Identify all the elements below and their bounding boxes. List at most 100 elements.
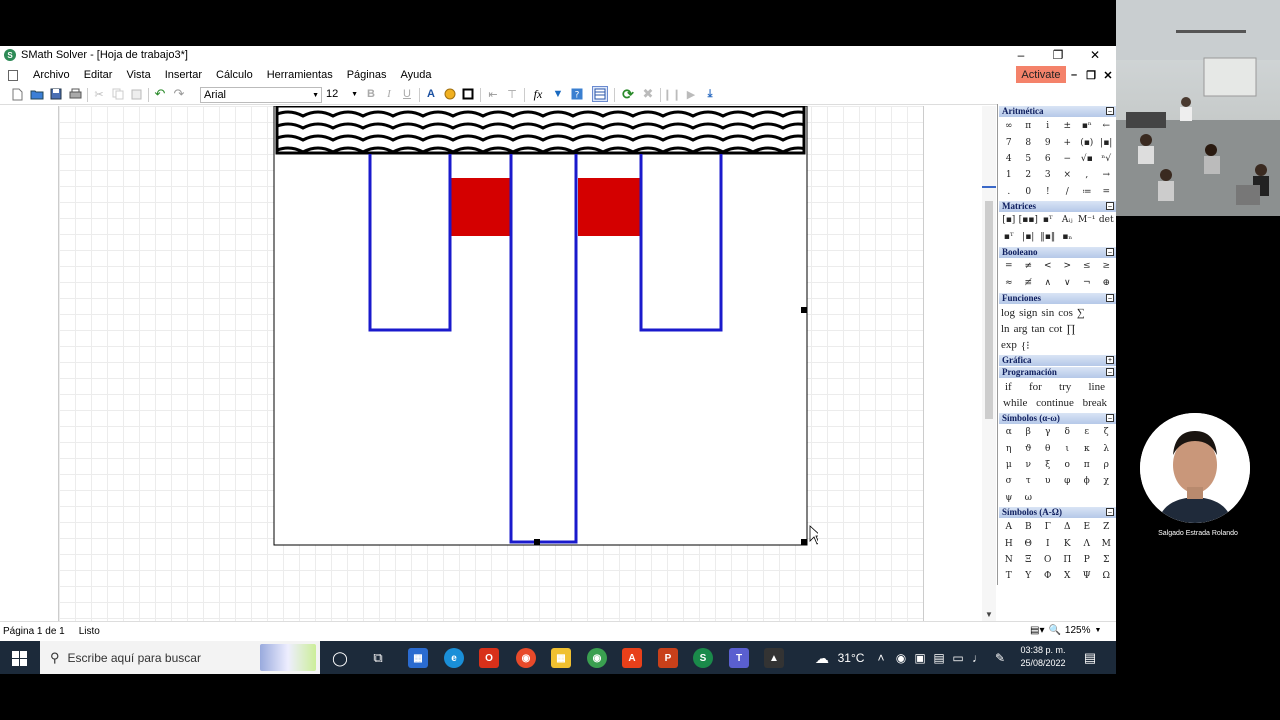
matrix-cell[interactable]: det bbox=[1097, 212, 1117, 228]
greek-lower-cell[interactable]: γ bbox=[1038, 424, 1058, 440]
section-programming[interactable]: Programación – bbox=[999, 367, 1116, 378]
greek-upper-cell[interactable]: Ν bbox=[999, 552, 1019, 568]
menu-insertar[interactable]: Insertar bbox=[158, 66, 209, 84]
stop-icon[interactable]: ✖ bbox=[641, 86, 655, 101]
greek-upper-cell[interactable]: Η bbox=[999, 535, 1019, 551]
refresh-icon[interactable]: ⟳ bbox=[621, 86, 635, 102]
help-icon[interactable]: ? bbox=[570, 87, 584, 101]
powerpoint-icon[interactable]: P bbox=[658, 648, 678, 668]
scroll-down-icon[interactable]: ▼ bbox=[982, 607, 996, 621]
teams-icon[interactable]: T bbox=[729, 648, 749, 668]
matrix-cell[interactable]: Aᵢⱼ bbox=[1058, 212, 1078, 228]
greek-lower-cell[interactable]: μ bbox=[999, 457, 1019, 473]
edge-icon[interactable]: e bbox=[444, 648, 464, 668]
minimize-button[interactable]: – bbox=[1003, 46, 1039, 64]
function-piecewise[interactable]: {⁝ bbox=[1021, 339, 1030, 352]
arithmetic-cell[interactable]: 7 bbox=[999, 134, 1019, 150]
matrix-cell[interactable]: ▪ₙ bbox=[1058, 228, 1078, 244]
greek-upper-cell[interactable]: Α bbox=[999, 519, 1019, 535]
play-icon[interactable]: ▶ bbox=[684, 87, 698, 101]
greek-lower-cell[interactable]: β bbox=[1019, 424, 1039, 440]
table-view-icon[interactable] bbox=[592, 86, 608, 102]
boolean-cell[interactable]: ¬ bbox=[1077, 274, 1097, 290]
function-cos[interactable]: cos bbox=[1058, 307, 1073, 319]
office-icon[interactable]: O bbox=[479, 648, 499, 668]
arithmetic-cell[interactable]: , bbox=[1077, 167, 1097, 183]
greek-upper-cell[interactable]: Κ bbox=[1058, 535, 1078, 551]
notifications-icon[interactable]: ▤ bbox=[1080, 647, 1100, 669]
greek-upper-cell[interactable]: Π bbox=[1058, 552, 1078, 568]
arithmetic-cell[interactable]: × bbox=[1058, 167, 1078, 183]
matrix-cell[interactable]: [▪] bbox=[999, 212, 1019, 228]
resize-handle-right[interactable] bbox=[801, 307, 807, 313]
section-boolean[interactable]: Booleano – bbox=[999, 247, 1116, 258]
arithmetic-cell[interactable]: |▪| bbox=[1097, 134, 1117, 150]
pause-icon[interactable]: ❙❙ bbox=[663, 87, 681, 101]
function-ln[interactable]: ln bbox=[1001, 323, 1010, 335]
arithmetic-cell[interactable]: − bbox=[1058, 151, 1078, 167]
align-left-icon[interactable]: ⇤ bbox=[486, 87, 500, 101]
function-cot[interactable]: cot bbox=[1049, 323, 1062, 335]
greek-upper-cell[interactable]: Ξ bbox=[1019, 552, 1039, 568]
document-icon[interactable] bbox=[8, 69, 18, 81]
arithmetic-cell[interactable]: ▪ⁿ bbox=[1077, 118, 1097, 134]
section-greek-upper[interactable]: Símbolos (A-Ω) – bbox=[999, 507, 1116, 518]
section-matrices[interactable]: Matrices – bbox=[999, 201, 1116, 212]
greek-upper-cell[interactable]: Μ bbox=[1097, 535, 1117, 551]
greek-lower-cell[interactable]: χ bbox=[1097, 473, 1117, 489]
acrobat-icon[interactable]: A bbox=[622, 648, 642, 668]
greek-lower-cell[interactable]: ο bbox=[1058, 457, 1078, 473]
cortana-icon[interactable]: ◯ bbox=[330, 647, 350, 669]
greek-upper-cell[interactable]: Ψ bbox=[1077, 568, 1097, 584]
greek-lower-cell[interactable]: ι bbox=[1058, 440, 1078, 456]
align-top-icon[interactable]: ⊤ bbox=[505, 87, 519, 101]
arithmetic-cell[interactable]: (▪) bbox=[1077, 134, 1097, 150]
arithmetic-cell[interactable]: 5 bbox=[1019, 151, 1039, 167]
doc-close-button[interactable]: ✕ bbox=[1100, 66, 1116, 84]
redo-icon[interactable]: ↷ bbox=[172, 86, 186, 101]
matrix-cell[interactable]: ‖▪‖ bbox=[1038, 228, 1058, 244]
prog-continue[interactable]: continue bbox=[1036, 397, 1074, 409]
greek-lower-cell[interactable]: κ bbox=[1077, 440, 1097, 456]
resize-handle-bottom[interactable] bbox=[534, 539, 540, 545]
zoom-level[interactable]: 125% bbox=[1065, 625, 1091, 636]
tray-chevron-icon[interactable]: ˄ bbox=[873, 647, 889, 669]
greek-lower-cell[interactable]: ω bbox=[1019, 490, 1039, 506]
windows-start-icon[interactable] bbox=[8, 647, 30, 669]
greek-lower-cell[interactable]: σ bbox=[999, 473, 1019, 489]
file-explorer-icon[interactable]: ▦ bbox=[551, 648, 571, 668]
function-log[interactable]: log bbox=[1001, 307, 1015, 319]
prog-try[interactable]: try bbox=[1059, 381, 1071, 393]
menu-paginas[interactable]: Páginas bbox=[340, 66, 394, 84]
microphone-icon[interactable]: ◉ bbox=[893, 647, 909, 669]
border-icon[interactable] bbox=[461, 87, 475, 101]
vertical-scrollbar[interactable]: ▼ bbox=[982, 106, 996, 621]
collapse-icon[interactable]: – bbox=[1106, 107, 1114, 115]
arithmetic-cell[interactable]: + bbox=[1058, 134, 1078, 150]
greek-lower-cell[interactable]: ζ bbox=[1097, 424, 1117, 440]
page-layout-icon[interactable]: ▤▾ bbox=[1030, 625, 1044, 636]
arithmetic-cell[interactable]: ± bbox=[1058, 118, 1078, 134]
greek-lower-cell[interactable]: φ bbox=[1058, 473, 1078, 489]
function-arg[interactable]: arg bbox=[1014, 323, 1028, 335]
arithmetic-cell[interactable]: √▪ bbox=[1077, 151, 1097, 167]
boolean-cell[interactable]: > bbox=[1058, 258, 1078, 274]
volume-icon[interactable]: ♩ bbox=[970, 647, 986, 669]
collapse-icon[interactable]: – bbox=[1106, 414, 1114, 422]
greek-lower-cell[interactable]: τ bbox=[1019, 473, 1039, 489]
greek-lower-cell[interactable]: ϕ bbox=[1077, 473, 1097, 489]
boolean-cell[interactable]: ⊕ bbox=[1097, 274, 1117, 290]
arithmetic-cell[interactable]: 0 bbox=[1019, 184, 1039, 200]
arithmetic-cell[interactable]: 4 bbox=[999, 151, 1019, 167]
filter-icon[interactable]: ▼ bbox=[551, 87, 565, 101]
smath-taskbar-icon[interactable]: S bbox=[693, 648, 713, 668]
section-arithmetic[interactable]: Aritmética – bbox=[999, 106, 1116, 117]
menu-herramientas[interactable]: Herramientas bbox=[260, 66, 340, 84]
greek-lower-cell[interactable]: ε bbox=[1077, 424, 1097, 440]
arithmetic-cell[interactable]: ! bbox=[1038, 184, 1058, 200]
arithmetic-cell[interactable]: ∞ bbox=[999, 118, 1019, 134]
greek-upper-cell[interactable]: Ε bbox=[1077, 519, 1097, 535]
boolean-cell[interactable]: = bbox=[999, 258, 1019, 274]
weather-temp[interactable]: 31°C bbox=[836, 647, 866, 669]
resize-handle-corner[interactable] bbox=[801, 539, 807, 545]
